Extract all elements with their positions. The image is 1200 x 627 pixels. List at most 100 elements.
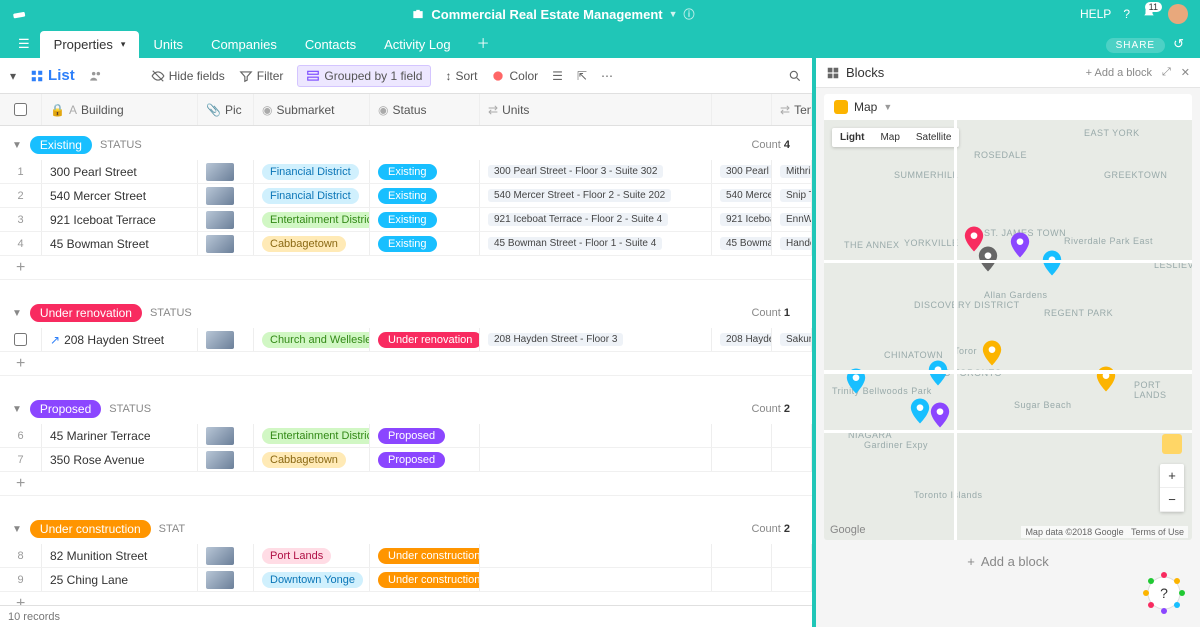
column-pic[interactable]: 📎 Pic [198,94,254,125]
tab-companies[interactable]: Companies [197,31,291,58]
add-row-button[interactable]: + [0,472,812,496]
map-view-light[interactable]: Light [832,128,872,147]
app-title[interactable]: Commercial Real Estate Management [431,7,662,22]
collapse-icon[interactable]: ▼ [12,404,22,415]
cell-status[interactable]: Existing [370,232,480,255]
cell-status[interactable]: Proposed [370,424,480,447]
column-submarket[interactable]: ◉ Submarket [254,94,370,125]
table-row[interactable]: 1 300 Pearl Street Financial District Ex… [0,160,812,184]
view-switcher[interactable]: List [30,67,75,84]
cell-status[interactable]: Under renovation [370,328,480,351]
cell-submarket[interactable]: Church and Wellesley [254,328,370,351]
map-pin[interactable] [1042,250,1062,276]
cell-pic[interactable] [198,424,254,447]
zoom-out-button[interactable]: − [1160,488,1184,512]
cell-building[interactable]: 921 Iceboat Terrace [42,208,198,231]
add-tab-button[interactable]: ＋ [467,27,500,58]
column-units[interactable]: ⇄ Units [480,94,712,125]
cell-tenants[interactable]: Snip Tease Press [772,184,812,207]
column-tenants[interactable]: ⇄ Tenants [772,94,812,125]
share-view-icon[interactable]: ⇱ [577,69,587,83]
avatar[interactable] [1168,4,1188,24]
map-pin[interactable] [982,340,1002,366]
collapse-icon[interactable]: ▾ [10,69,16,83]
cell-tenants[interactable]: Mithril Investment [772,160,812,183]
cell-building[interactable]: 45 Mariner Terrace [42,424,198,447]
cell-submarket[interactable]: Financial District [254,160,370,183]
cell-tenants[interactable] [772,424,812,447]
cell-building[interactable]: ↗ 208 Hayden Street [42,328,198,351]
cell-pic[interactable] [198,160,254,183]
more-icon[interactable]: ⋯ [601,69,613,83]
cell-units[interactable] [480,448,712,471]
cell-building[interactable]: 350 Rose Avenue [42,448,198,471]
collapse-icon[interactable]: ▼ [12,524,22,535]
help-icon[interactable]: ? [1123,7,1130,21]
collapse-icon[interactable]: ▼ [12,308,22,319]
cell-submarket[interactable]: Cabbagetown [254,232,370,255]
cell-pic[interactable] [198,208,254,231]
cell-pic[interactable] [198,328,254,351]
cell-tenants[interactable] [772,544,812,567]
tab-units[interactable]: Units [139,31,197,58]
tab-activity-log[interactable]: Activity Log [370,31,464,58]
map-canvas[interactable]: LightMapSatellite EAST YORKROSEDALESUMME… [824,120,1192,540]
table-row[interactable]: 6 45 Mariner Terrace Entertainment Distr… [0,424,812,448]
cell-submarket[interactable]: Downtown Yonge [254,568,370,591]
map-pin[interactable] [1010,232,1030,258]
pegman-icon[interactable] [1162,434,1182,454]
table-row[interactable]: 4 45 Bowman Street Cabbagetown Existing … [0,232,812,256]
cell-submarket[interactable]: Entertainment District [254,208,370,231]
cell-building[interactable]: 300 Pearl Street [42,160,198,183]
map-pin[interactable] [978,246,998,272]
collapse-icon[interactable]: ▼ [12,140,22,151]
row-height-icon[interactable]: ☰ [552,69,563,83]
expand-icon[interactable]: ⤢ [1162,66,1171,79]
map-pin[interactable] [930,402,950,428]
notifications-button[interactable]: 11 [1142,6,1156,23]
cell-units[interactable]: 921 Iceboat Terrace - Floor 2 - Suite 4 [480,208,712,231]
select-all-checkbox[interactable] [14,103,27,116]
cell-tenants[interactable] [772,448,812,471]
cell-units[interactable]: 45 Bowman Street - Floor 1 - Suite 4 [480,232,712,255]
cell-building[interactable]: 82 Munition Street [42,544,198,567]
table-row[interactable]: 3 921 Iceboat Terrace Entertainment Dist… [0,208,812,232]
table-row[interactable]: ↗ 208 Hayden Street Church and Wellesley… [0,328,812,352]
search-icon[interactable] [788,69,802,83]
chevron-down-icon[interactable]: ▼ [669,9,678,19]
cell-submarket[interactable]: Entertainment District [254,424,370,447]
cell-units[interactable]: 208 Hayden Street - Floor 3 [480,328,712,351]
hide-fields-button[interactable]: Hide fields [151,69,225,83]
table-row[interactable]: 8 82 Munition Street Port Lands Under co… [0,544,812,568]
cell-status[interactable]: Existing [370,160,480,183]
cell-pic[interactable] [198,544,254,567]
table-row[interactable]: 2 540 Mercer Street Financial District E… [0,184,812,208]
add-row-button[interactable]: + [0,352,812,376]
tab-properties[interactable]: Properties▾ [40,31,140,58]
group-header[interactable]: ▼ Proposed STATUS Count 2 [0,390,812,424]
add-block-link[interactable]: + Add a block [1086,67,1152,79]
cell-units[interactable]: 300 Pearl Street - Floor 3 - Suite 302 [480,160,712,183]
history-icon[interactable]: ↺ [1173,36,1184,52]
cell-units[interactable] [480,568,712,591]
table-row[interactable]: 9 25 Ching Lane Downtown Yonge Under con… [0,568,812,592]
map-view-map[interactable]: Map [872,128,907,147]
column-status[interactable]: ◉ Status [370,94,480,125]
cell-submarket[interactable]: Cabbagetown [254,448,370,471]
menu-icon[interactable]: ☰ [10,36,38,58]
group-header[interactable]: ▼ Under renovation STATUS Count 1 [0,294,812,328]
cell-submarket[interactable]: Financial District [254,184,370,207]
column-building[interactable]: 🔒 A Building [42,94,198,125]
cell-status[interactable]: Under construction [370,544,480,567]
add-row-button[interactable]: + [0,592,812,605]
map-block-tab[interactable]: Map ▼ [824,94,1192,120]
map-view-satellite[interactable]: Satellite [908,128,960,147]
close-icon[interactable]: ✕ [1181,66,1190,79]
share-button[interactable]: SHARE [1106,38,1165,53]
cell-tenants[interactable] [772,568,812,591]
cell-building[interactable]: 45 Bowman Street [42,232,198,255]
group-button[interactable]: Grouped by 1 field [297,65,431,87]
info-icon[interactable]: ⓘ [684,6,695,22]
cell-units[interactable] [480,424,712,447]
table-row[interactable]: 7 350 Rose Avenue Cabbagetown Proposed [0,448,812,472]
